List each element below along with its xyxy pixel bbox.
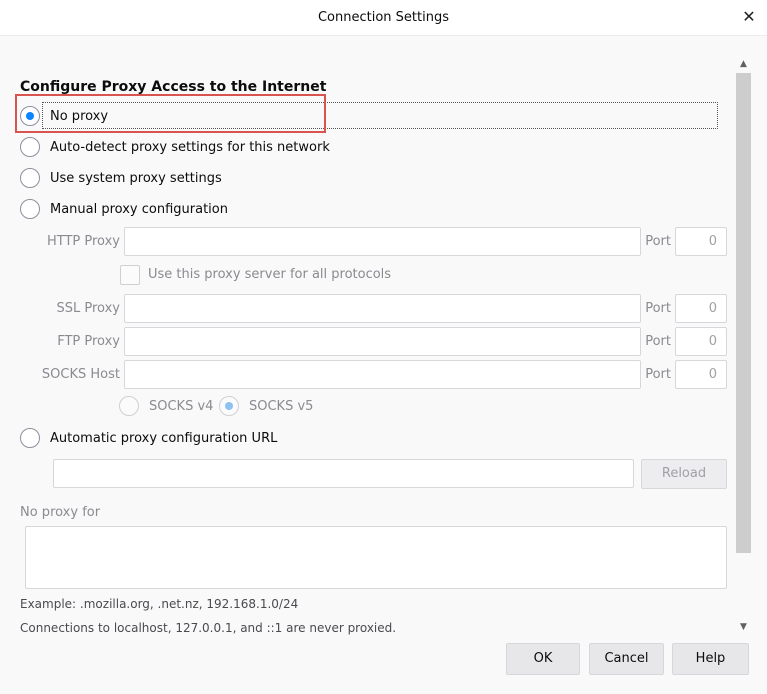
vertical-scrollbar[interactable]: ▲ ▼ [735,56,752,636]
scroll-up-icon[interactable]: ▲ [735,56,752,73]
ftp-proxy-label: FTP Proxy [57,334,120,349]
dialog-content: Configure Proxy Access to the Internet N… [0,36,735,640]
no-proxy-for-textarea[interactable] [25,526,727,589]
reload-button[interactable]: Reload [641,459,727,489]
ok-button[interactable]: OK [506,643,580,675]
radio-socks-v4[interactable]: SOCKS v4 [119,395,213,417]
http-port-label: Port [645,234,671,249]
use-all-protocols-checkbox[interactable] [120,265,140,285]
radio-indicator[interactable] [20,199,40,219]
radio-indicator[interactable] [119,396,139,416]
radio-indicator[interactable] [219,396,239,416]
use-all-protocols-label: Use this proxy server for all protocols [148,267,392,282]
radio-system-proxy[interactable]: Use system proxy settings [20,167,222,189]
dialog-title: Connection Settings [317,10,449,25]
radio-indicator[interactable] [20,137,40,157]
ssl-proxy-input[interactable] [124,294,641,323]
ftp-port-input[interactable]: 0 [675,327,727,356]
ssl-proxy-label: SSL Proxy [56,301,121,316]
socks-port-input[interactable]: 0 [675,360,727,389]
radio-auto-config-url[interactable]: Automatic proxy configuration URL [20,427,277,449]
cancel-button[interactable]: Cancel [589,643,664,675]
help-button[interactable]: Help [672,643,749,675]
ftp-proxy-input[interactable] [124,327,641,356]
localhost-note: Connections to localhost, 127.0.0.1, and… [20,621,397,635]
http-proxy-input[interactable] [124,227,641,256]
radio-indicator[interactable] [20,428,40,448]
radio-label: No proxy [50,108,109,124]
socks-host-input[interactable] [124,360,641,389]
radio-label: SOCKS v4 [149,398,214,414]
ssl-port-label: Port [645,301,671,316]
radio-label: SOCKS v5 [249,398,314,414]
socks-host-label: SOCKS Host [41,367,120,382]
socks-port-label: Port [645,367,671,382]
radio-manual-proxy[interactable]: Manual proxy configuration [20,198,228,220]
auto-config-url-input[interactable] [53,459,634,488]
http-proxy-label: HTTP Proxy [46,234,120,249]
dialog-titlebar: Connection Settings ✕ [0,0,767,36]
radio-label: Manual proxy configuration [50,201,228,217]
scroll-down-icon[interactable]: ▼ [735,619,752,636]
radio-auto-detect[interactable]: Auto-detect proxy settings for this netw… [20,136,330,158]
radio-indicator[interactable] [20,168,40,188]
radio-no-proxy[interactable]: No proxy [20,105,108,127]
radio-label: Auto-detect proxy settings for this netw… [50,139,330,155]
http-port-input[interactable]: 0 [675,227,727,256]
section-title: Configure Proxy Access to the Internet [20,79,327,95]
ssl-port-input[interactable]: 0 [675,294,727,323]
radio-indicator[interactable] [20,106,40,126]
close-icon[interactable]: ✕ [739,7,759,27]
no-proxy-for-label: No proxy for [20,505,101,520]
no-proxy-example: Example: .mozilla.org, .net.nz, 192.168.… [20,597,299,611]
radio-socks-v5[interactable]: SOCKS v5 [219,395,313,417]
scroll-thumb[interactable] [736,73,751,553]
ftp-port-label: Port [645,334,671,349]
radio-label: Use system proxy settings [50,170,222,186]
radio-label: Automatic proxy configuration URL [50,430,278,446]
